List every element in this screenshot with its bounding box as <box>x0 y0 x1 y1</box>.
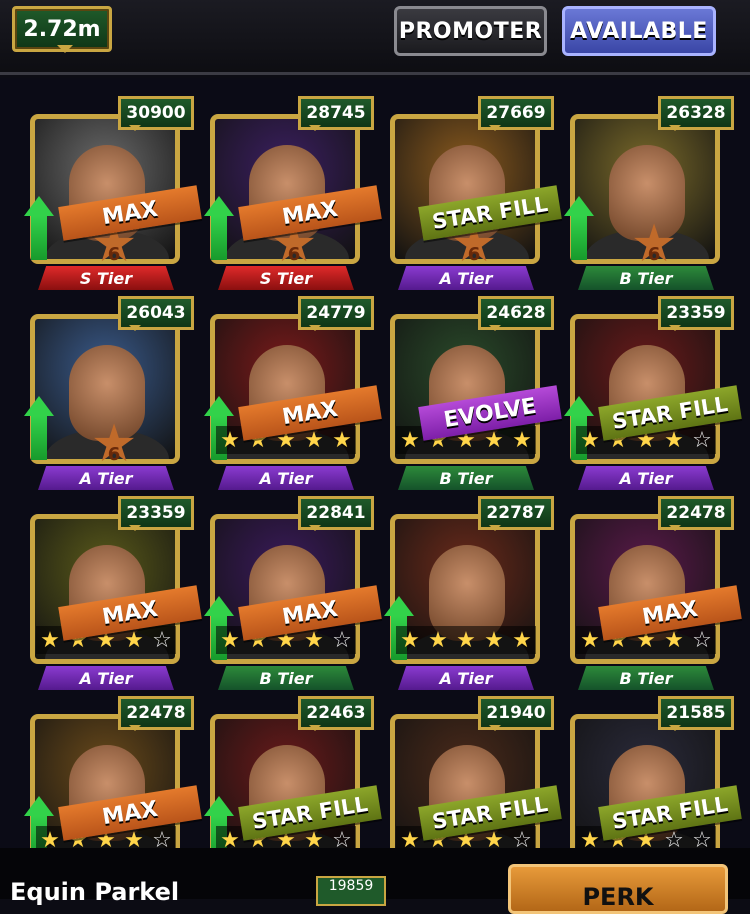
star-filled-icon: ★ <box>428 627 448 653</box>
card-score: 22841 <box>298 496 374 531</box>
wrestler-card[interactable]: 22787 ★ ★ ★ ★ ★ A Tier <box>384 496 570 690</box>
card-score: 28745 <box>298 96 374 131</box>
tier-label: A Tier <box>398 266 534 290</box>
card-score: 26043 <box>118 296 194 331</box>
star-filled-icon: ★ <box>220 627 240 653</box>
tier-label: B Tier <box>218 666 354 690</box>
promoter-button[interactable]: PROMOTER <box>394 6 547 56</box>
star-filled-icon: ★ <box>664 427 684 453</box>
star-filled-icon: ★ <box>304 427 324 453</box>
tier-label: A Tier <box>398 666 534 690</box>
upgrade-arrow-icon <box>24 196 54 260</box>
currency-display: 2.72m <box>12 6 112 53</box>
star-empty-icon: ☆ <box>152 627 172 653</box>
star-filled-icon: ★ <box>40 627 60 653</box>
top-bar: 2.72m PROMOTER AVAILABLE <box>0 0 750 75</box>
wrestler-card[interactable]: 28745 ★ 6 MAX S Tier <box>204 96 390 290</box>
rank-star-icon: ★ 6 <box>88 418 140 470</box>
card-score: 22478 <box>658 496 734 531</box>
wrestler-card[interactable]: 24628 ★ ★ ★ ★ ★ EVOLVE B Tier <box>390 296 570 490</box>
tier-label: A Tier <box>218 466 354 490</box>
tier-label: B Tier <box>578 266 714 290</box>
card-score: 24628 <box>478 296 554 331</box>
tier-label: B Tier <box>398 466 534 490</box>
selected-name: Equin Parkel <box>10 878 180 906</box>
star-filled-icon: ★ <box>332 427 352 453</box>
wrestler-card[interactable]: 23359 ★ ★ ★ ★ ☆ MAX A Tier <box>30 496 210 690</box>
star-filled-icon: ★ <box>484 427 504 453</box>
star-empty-icon: ☆ <box>692 427 712 453</box>
star-filled-icon: ★ <box>664 627 684 653</box>
star-rating: ★ ★ ★ ★ ★ <box>396 626 536 654</box>
star-filled-icon: ★ <box>220 427 240 453</box>
tier-label: B Tier <box>578 666 714 690</box>
available-button[interactable]: AVAILABLE <box>562 6 716 56</box>
card-score: 22463 <box>298 696 374 731</box>
star-filled-icon: ★ <box>580 427 600 453</box>
star-filled-icon: ★ <box>124 627 144 653</box>
wrestler-card[interactable]: 27669 ★ 6 STAR FILL A Tier <box>390 96 570 290</box>
card-score: 22787 <box>478 496 554 531</box>
tier-label: A Tier <box>38 466 174 490</box>
star-filled-icon: ★ <box>400 427 420 453</box>
wrestler-card[interactable]: 26328 ★ 6 B Tier <box>564 96 750 290</box>
tier-label: A Tier <box>38 666 174 690</box>
star-filled-icon: ★ <box>484 627 504 653</box>
star-empty-icon: ☆ <box>692 627 712 653</box>
star-filled-icon: ★ <box>580 627 600 653</box>
star-filled-icon: ★ <box>512 427 532 453</box>
wrestler-card[interactable]: 22478 ★ ★ ★ ★ ☆ MAX B Tier <box>570 496 750 690</box>
wrestler-card[interactable]: 23359 ★ ★ ★ ★ ☆ STAR FILL A Tier <box>564 296 750 490</box>
upgrade-arrow-icon <box>564 196 594 260</box>
perk-button[interactable]: PERK <box>508 864 728 914</box>
upgrade-arrow-icon <box>24 396 54 460</box>
card-score: 26328 <box>658 96 734 131</box>
card-score: 21940 <box>478 696 554 731</box>
card-score: 30900 <box>118 96 194 131</box>
wrestler-card[interactable]: 26043 ★ 6 A Tier <box>24 296 210 490</box>
star-filled-icon: ★ <box>456 627 476 653</box>
wrestler-card[interactable]: 30900 ★ 6 MAX S Tier <box>24 96 210 290</box>
bottom-score: 19859 <box>316 876 386 906</box>
wrestler-card[interactable]: 22841 ★ ★ ★ ★ ☆ MAX B Tier <box>204 496 390 690</box>
card-score: 24779 <box>298 296 374 331</box>
rank-star-icon: ★ 6 <box>628 218 680 270</box>
star-filled-icon: ★ <box>512 627 532 653</box>
wrestler-card[interactable]: 24779 ★ ★ ★ ★ ★ MAX A Tier <box>204 296 390 490</box>
tier-label: S Tier <box>218 266 354 290</box>
card-score: 23359 <box>118 496 194 531</box>
star-filled-icon: ★ <box>304 627 324 653</box>
tier-label: S Tier <box>38 266 174 290</box>
star-filled-icon: ★ <box>400 627 420 653</box>
roster-grid: 30900 ★ 6 MAX S Tier 28745 ★ 6 MAX S Tier 27669 ★ 6 S… <box>0 78 750 899</box>
upgrade-arrow-icon <box>204 196 234 260</box>
card-score: 27669 <box>478 96 554 131</box>
card-score: 23359 <box>658 296 734 331</box>
card-score: 22478 <box>118 696 194 731</box>
card-score: 21585 <box>658 696 734 731</box>
star-empty-icon: ☆ <box>332 627 352 653</box>
tier-label: A Tier <box>578 466 714 490</box>
